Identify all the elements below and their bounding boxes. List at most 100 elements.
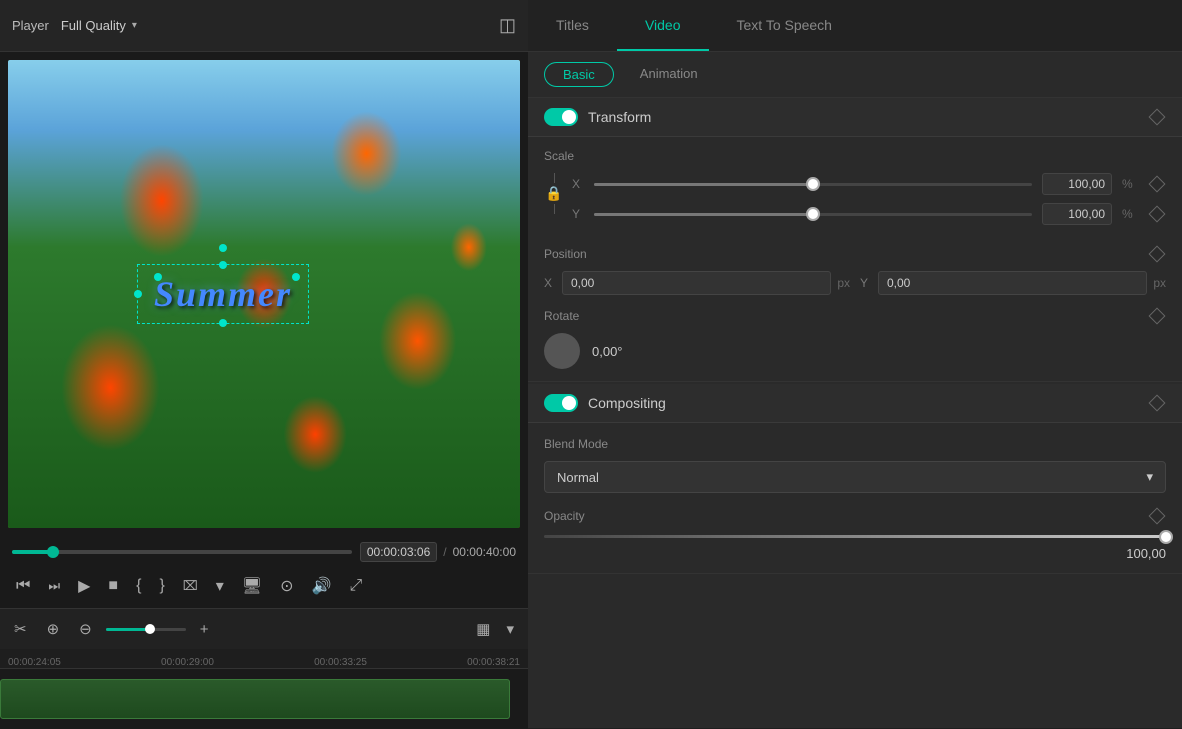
scale-x-row: X 100,00 % [572, 173, 1166, 195]
opacity-track[interactable] [544, 535, 1166, 538]
transform-keyframe-button[interactable] [1148, 108, 1166, 126]
tab-tts-label: Text To Speech [737, 17, 832, 33]
volume-button[interactable]: 🔊 [308, 572, 336, 600]
overlay-dropdown-button[interactable]: ▾ [212, 572, 228, 600]
progress-track[interactable] [12, 550, 352, 554]
text-overlay-container[interactable]: Summer [137, 264, 309, 324]
grid-dropdown-button[interactable]: ▾ [500, 617, 520, 641]
lock-line-bottom [554, 204, 555, 214]
ruler-mark-1: 00:00:24:05 [8, 657, 61, 668]
scale-x-label: X [572, 177, 584, 191]
timeline-clip[interactable] [0, 679, 510, 719]
time-separator: / [443, 545, 446, 559]
scale-x-value[interactable]: 100,00 [1042, 173, 1112, 195]
grid-button-area: ▦ ▾ [470, 617, 520, 641]
scissors-button[interactable]: ✂ [8, 617, 33, 641]
rotate-row: 0,00° [544, 333, 1166, 369]
zoom-slider-container [106, 628, 186, 631]
playback-bar: 00:00:03:06 / 00:00:40:00 ⏮ ⏭ ▶ ■ { } ⌧ … [0, 536, 528, 608]
zoom-plus-button[interactable]: + [194, 618, 215, 641]
zoom-track[interactable] [106, 628, 186, 631]
timeline-content [0, 669, 528, 729]
transform-toggle[interactable] [544, 108, 578, 126]
scale-y-keyframe-button[interactable] [1148, 205, 1166, 223]
scale-x-fill [594, 183, 813, 186]
scale-x-thumb [806, 177, 820, 191]
transform-section-header: Transform [528, 98, 1182, 137]
blend-mode-dropdown[interactable]: Normal ▾ [544, 461, 1166, 493]
selection-handle-ml [134, 290, 142, 298]
text-selection-box: Summer [137, 264, 309, 324]
tab-text-to-speech[interactable]: Text To Speech [709, 0, 860, 51]
mark-in-button[interactable]: { [132, 573, 145, 599]
position-y-input[interactable] [878, 271, 1147, 295]
video-background: Summer [8, 60, 520, 528]
compositing-diamond-icon [1149, 395, 1166, 412]
position-x-field: X px [544, 271, 850, 295]
tab-titles[interactable]: Titles [528, 0, 617, 51]
left-panel: Player Full Quality ▾ ◫ Summer [0, 0, 528, 728]
compositing-keyframe-button[interactable] [1148, 394, 1166, 412]
quality-dropdown[interactable]: Full Quality ▾ [61, 18, 137, 33]
position-row: X px Y px [544, 271, 1166, 295]
fullscreen-button[interactable]: ⤢ [345, 573, 366, 599]
mark-out-button[interactable]: } [155, 573, 168, 599]
player-label: Player [12, 18, 49, 33]
overlay-button[interactable]: ⌧ [179, 574, 202, 598]
right-panel: Titles Video Text To Speech Basic Animat… [528, 0, 1182, 728]
compositing-title: Compositing [588, 395, 666, 411]
position-y-field: Y px [860, 271, 1166, 295]
sub-tab-animation-label: Animation [640, 66, 698, 81]
histogram-icon[interactable]: ◫ [499, 15, 516, 36]
stop-button[interactable]: ■ [104, 573, 122, 599]
scale-y-thumb [806, 207, 820, 221]
pos-y-unit: px [1153, 276, 1166, 290]
timeline-toolbar: ✂ ⊕ ⊖ + ▦ ▾ [0, 609, 528, 649]
frame-step-button[interactable]: ⏭ [44, 574, 64, 598]
sub-tab-animation[interactable]: Animation [622, 62, 716, 87]
zoom-thumb [145, 624, 155, 634]
position-keyframe-button[interactable] [1148, 245, 1166, 263]
sub-tab-basic[interactable]: Basic [544, 62, 614, 87]
snapshot-button[interactable]: ⊙ [276, 572, 297, 600]
chevron-down-icon: ▾ [132, 20, 137, 31]
opacity-diamond-icon [1149, 508, 1166, 525]
step-back-button[interactable]: ⏮ [12, 573, 34, 599]
screen-button[interactable]: 🖥 [238, 572, 266, 600]
progress-thumb [47, 546, 59, 558]
rotate-keyframe-button[interactable] [1148, 307, 1166, 325]
scale-label: Scale [544, 149, 1166, 163]
selection-handle-tm [219, 261, 227, 269]
compositing-toggle[interactable] [544, 394, 578, 412]
position-x-input[interactable] [562, 271, 831, 295]
ruler-mark-3: 00:00:33:25 [314, 657, 367, 668]
compositing-content: Blend Mode Normal ▾ Opacity 100,00 [528, 423, 1182, 574]
zoom-fill [106, 628, 150, 631]
rotate-diamond-icon [1149, 308, 1166, 325]
properties-panel: Transform Scale 🔒 X [528, 98, 1182, 728]
time-current: 00:00:03:06 [360, 542, 437, 562]
lock-line-top [554, 173, 555, 183]
scale-y-label: Y [572, 207, 584, 221]
scale-y-value[interactable]: 100,00 [1042, 203, 1112, 225]
blend-mode-label: Blend Mode [544, 437, 608, 451]
lock-icon-area: 🔒 [544, 173, 564, 214]
transform-diamond-icon [1149, 109, 1166, 126]
transform-toggle-knob [562, 110, 576, 124]
video-text-overlay: Summer [154, 274, 292, 314]
track-add-button[interactable]: ⊕ [41, 617, 66, 641]
lock-icon[interactable]: 🔒 [545, 185, 562, 202]
grid-button[interactable]: ▦ [470, 617, 496, 641]
compositing-section-header: Compositing [528, 384, 1182, 423]
scale-y-track[interactable] [594, 213, 1032, 216]
track-remove-button[interactable]: ⊖ [73, 617, 98, 641]
tab-video[interactable]: Video [617, 0, 709, 51]
scale-x-track[interactable] [594, 183, 1032, 186]
progress-row: 00:00:03:06 / 00:00:40:00 [12, 542, 516, 562]
opacity-keyframe-button[interactable] [1148, 507, 1166, 525]
scale-y-diamond-icon [1149, 206, 1166, 223]
play-button[interactable]: ▶ [74, 572, 94, 600]
selection-handle-top [219, 244, 227, 252]
rotate-dial[interactable] [544, 333, 580, 369]
scale-x-keyframe-button[interactable] [1148, 175, 1166, 193]
